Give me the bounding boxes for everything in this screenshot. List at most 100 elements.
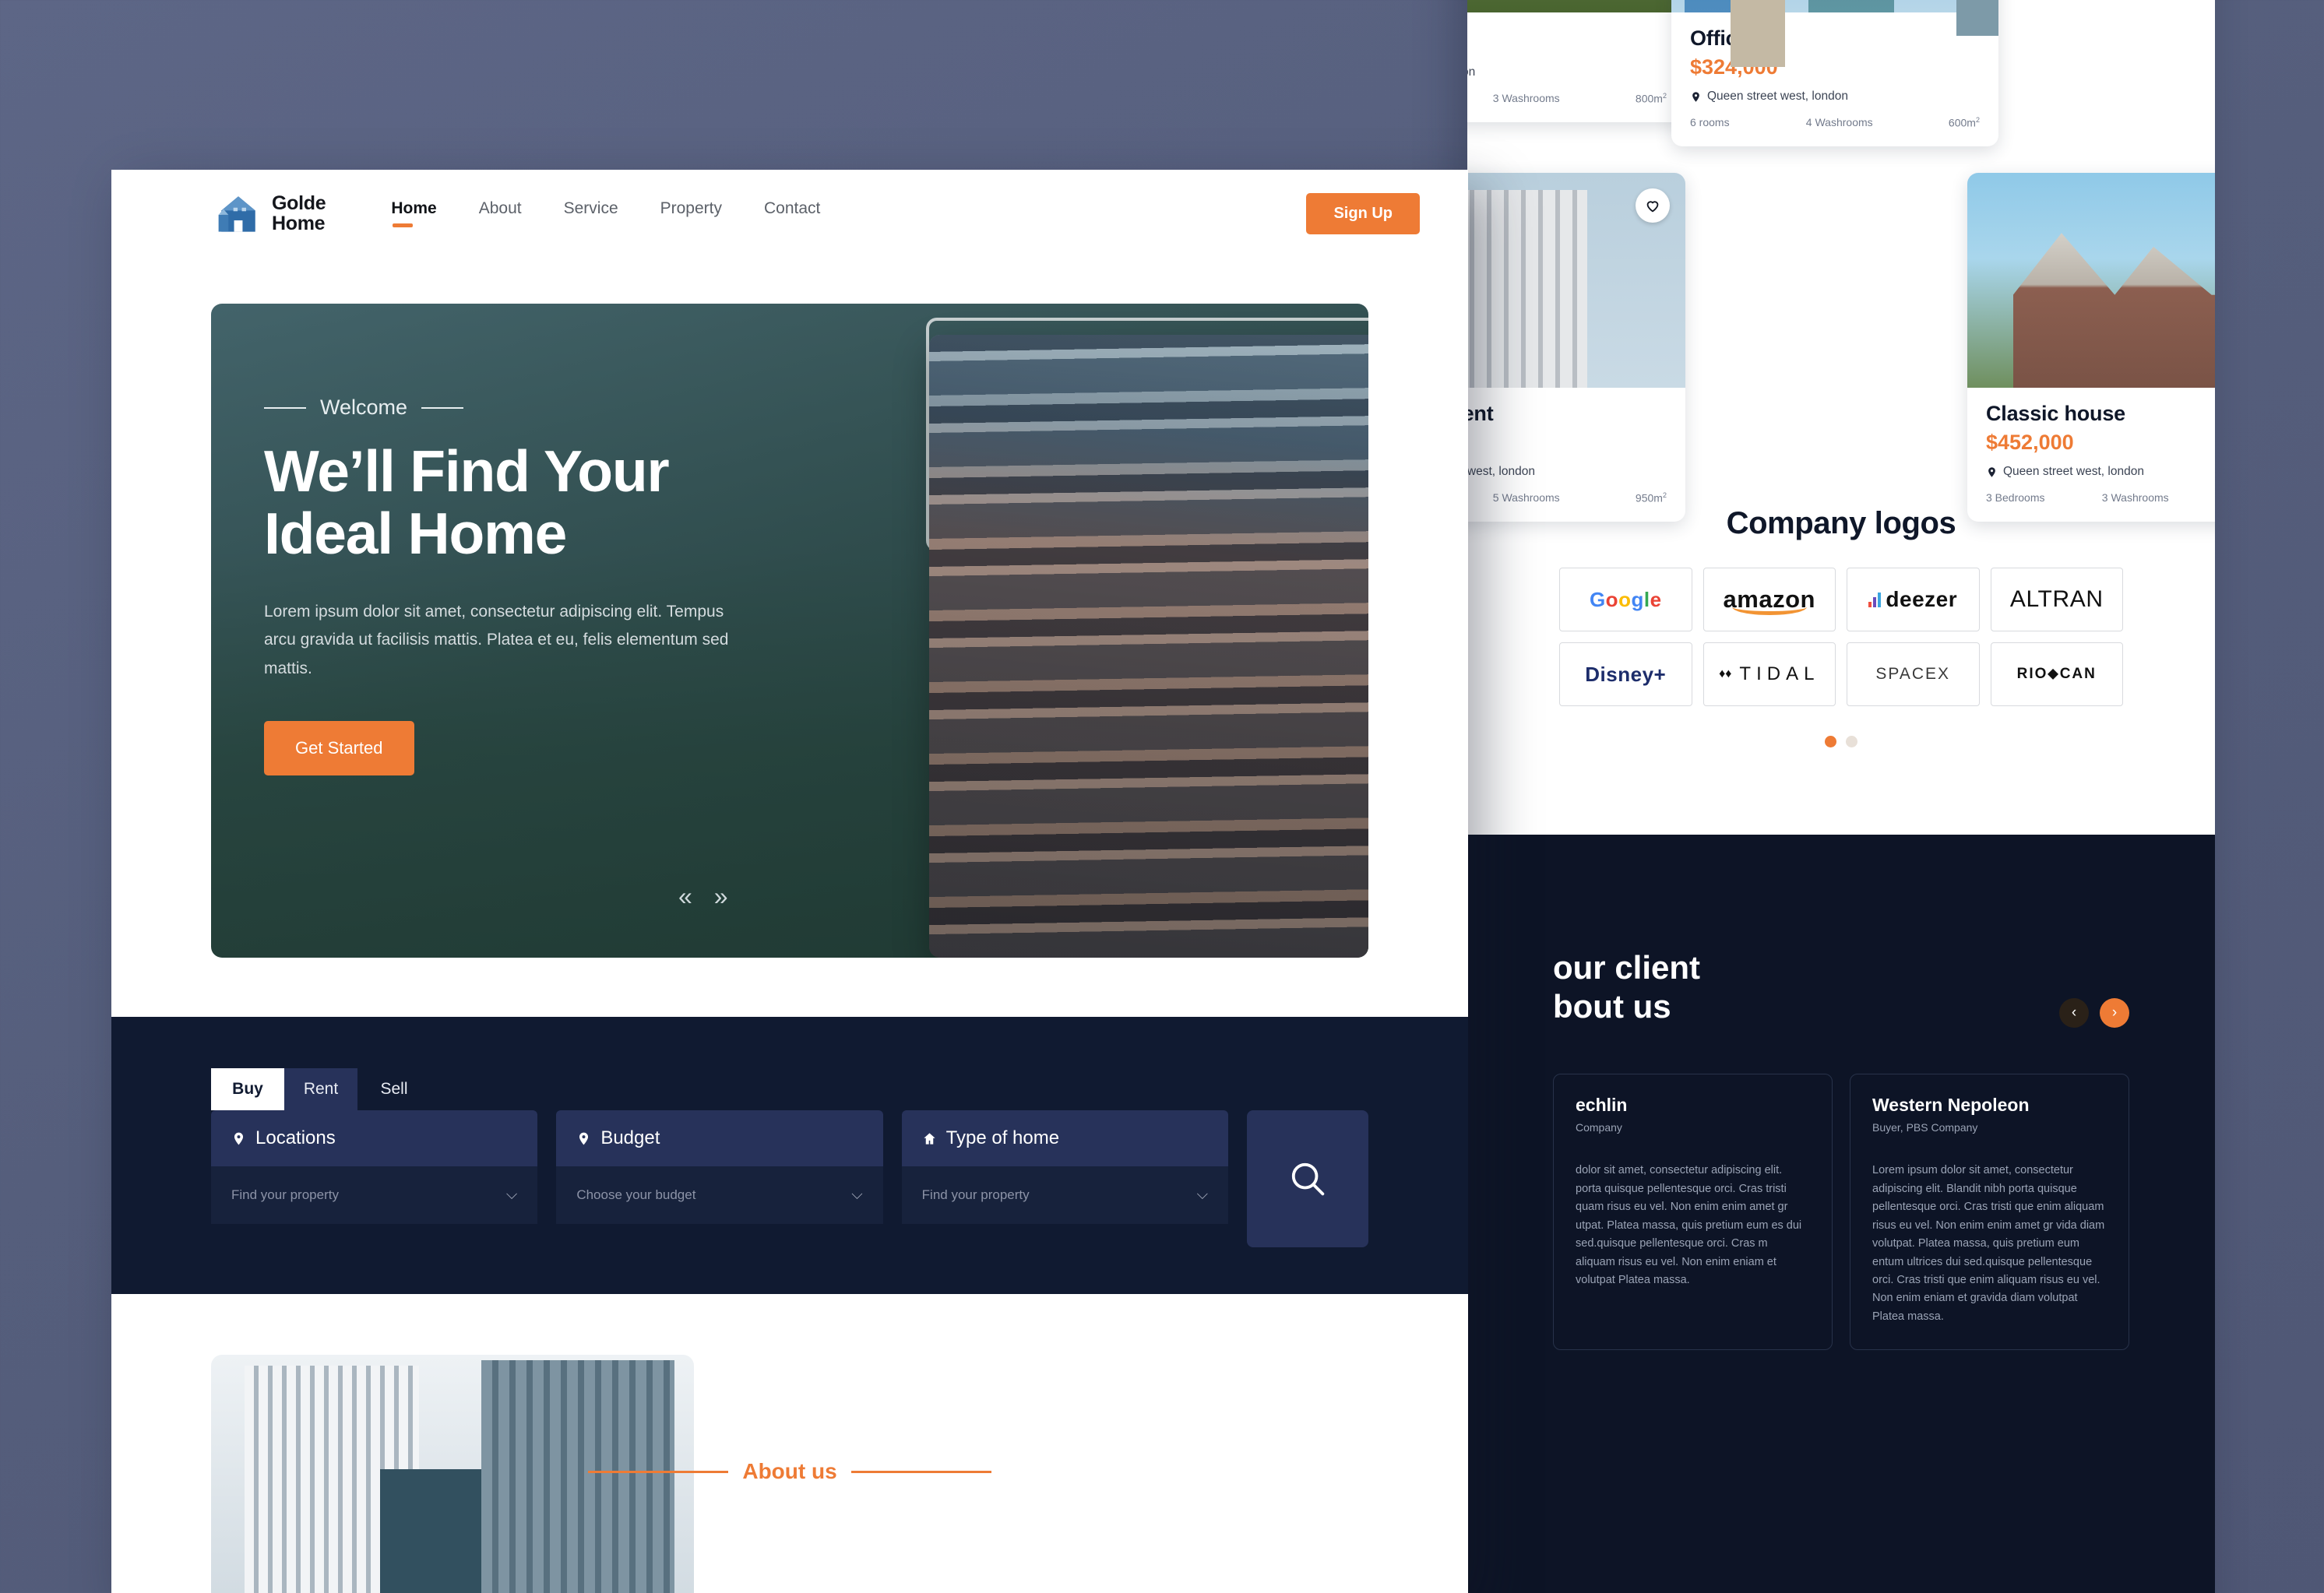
search-button[interactable] (1246, 1110, 1369, 1247)
field-type-select[interactable]: Find your property ⌵ (901, 1166, 1228, 1224)
nav-item-about[interactable]: About (479, 199, 522, 227)
brand-logo[interactable]: Golde Home (216, 191, 326, 236)
chevron-down-icon: ⌵ (1196, 1187, 1208, 1203)
property-card[interactable]: 0 et west, london 3 Washrooms 800m2 (1467, 0, 1685, 122)
nav-item-home[interactable]: Home (391, 199, 437, 227)
testimonial-role: Buyer, PBS Company (1872, 1121, 1978, 1134)
property-thumbnail (1467, 173, 1685, 388)
logo-tidal-label: TIDAL (1739, 663, 1820, 684)
chevron-left-icon[interactable]: ‹ (2059, 998, 2089, 1028)
logo-riocan-label: RIO⬥CAN (2016, 666, 2097, 682)
hero-eyebrow-text: Welcome (320, 396, 408, 419)
property-search-bar: Buy Rent Sell Locations Find your proper… (111, 1017, 1468, 1294)
logo-deezer[interactable]: deezer (1847, 568, 1980, 631)
logo-disney-plus[interactable]: Disney+ (1559, 642, 1692, 706)
hero-section: Welcome We’ll Find Your Ideal Home Lorem… (211, 304, 1368, 958)
testimonial-role: Company (1576, 1121, 1622, 1134)
nav-item-service[interactable]: Service (564, 199, 618, 227)
tab-buy[interactable]: Buy (211, 1068, 284, 1110)
property-title: Office (1690, 26, 1749, 50)
tab-sell[interactable]: Sell (357, 1068, 431, 1110)
logo-tidal[interactable]: ♦♦ TIDAL (1703, 642, 1836, 706)
chevron-right-icon[interactable]: › (2100, 998, 2129, 1028)
hero-carousel-controls: « » (678, 882, 728, 911)
tab-rent[interactable]: Rent (284, 1068, 357, 1110)
site-header: Golde Home Home About Service Property C… (111, 170, 1468, 257)
property-price: $250,000 (1467, 431, 1667, 455)
logo-altran-label: ALTRAN (2009, 586, 2104, 612)
property-card[interactable]: Classic house $452,000 Queen street west… (1967, 173, 2215, 522)
testimonials-heading: our client bout us (1553, 948, 2129, 1025)
eyebrow-line-right (421, 406, 464, 409)
logo-amazon-label: amazon (1723, 586, 1815, 613)
company-logo-grid: Google amazon deezer ALTRAN Disney+ ♦♦ T… (1559, 568, 2123, 706)
property-meta: 6 rooms 4 Washrooms 600m2 (1690, 116, 1980, 129)
carousel-dot-active[interactable] (1825, 736, 1836, 747)
property-washrooms: 5 Washrooms (1492, 491, 1560, 504)
favorite-button[interactable] (1636, 188, 1670, 223)
company-logos-title: Company logos (1726, 506, 1956, 540)
logo-riocan[interactable]: RIO⬥CAN (1990, 642, 2123, 706)
property-thumbnail (1467, 0, 1685, 12)
field-budget-label: Budget (600, 1127, 660, 1148)
property-bedrooms (1467, 92, 1493, 105)
testimonial-cards: echlin Company dolor sit amet, consectet… (1553, 1074, 2129, 1351)
logo-google[interactable]: Google (1559, 568, 1692, 631)
property-card[interactable]: Office $324,000 Queen street west, londo… (1671, 0, 1998, 146)
get-started-button[interactable]: Get Started (264, 721, 414, 776)
property-price: $452,000 (1986, 431, 2074, 454)
main-navigation: Home About Service Property Contact (391, 199, 820, 227)
property-card[interactable]: Appartment $250,000 Queen street west, l… (1467, 173, 1685, 522)
about-us-label: About us (742, 1459, 837, 1483)
property-area: 800m2 (1635, 92, 1667, 105)
logo-spacex-label: SPACEX (1875, 665, 1951, 683)
hero-next-icon[interactable]: » (714, 882, 728, 911)
property-bedrooms: 7 Bedrooms (1467, 491, 1493, 505)
sign-up-button[interactable]: Sign Up (1306, 192, 1420, 234)
tidal-mark-icon: ♦♦ (1719, 667, 1732, 680)
field-budget-select[interactable]: Choose your budget ⌵ (556, 1166, 883, 1224)
property-washrooms: 4 Washrooms (1805, 116, 1873, 128)
location-pin-icon (1988, 466, 1995, 477)
field-locations-placeholder: Find your property (231, 1187, 339, 1202)
property-thumbnail (1671, 0, 1998, 12)
chevron-down-icon: ⌵ (505, 1187, 518, 1203)
field-type-label: Type of home (945, 1127, 1060, 1148)
property-meta: 3 Bedrooms 3 Washrooms 800m2 (1986, 491, 2215, 505)
hero-heading-line-1: We’ll Find Your (264, 438, 670, 504)
search-fields: Locations Find your property ⌵ Budget Ch… (211, 1110, 1369, 1247)
property-location: Queen street west, london (1467, 465, 1667, 479)
field-budget-placeholder: Choose your budget (576, 1187, 696, 1202)
property-bedrooms: 3 Bedrooms (1986, 491, 2045, 504)
logo-altran[interactable]: ALTRAN (1990, 568, 2123, 631)
field-locations: Locations Find your property ⌵ (211, 1110, 538, 1247)
left-browser-panel: Golde Home Home About Service Property C… (111, 170, 1468, 1593)
nav-item-property[interactable]: Property (660, 199, 722, 227)
logo-amazon[interactable]: amazon (1703, 568, 1836, 631)
hero-prev-icon[interactable]: « (678, 882, 692, 911)
carousel-dot[interactable] (1846, 736, 1857, 747)
field-budget-header: Budget (556, 1110, 883, 1166)
property-title: Classic house (1986, 402, 2125, 425)
nav-item-contact[interactable]: Contact (764, 199, 820, 227)
property-location: et west, london (1467, 65, 1667, 79)
brand-line-2: Home (272, 213, 326, 234)
property-location-text: Queen street west, london (1467, 465, 1535, 478)
testimonials-heading-line1: our client (1553, 949, 1701, 986)
property-price: 0 (1467, 31, 1667, 55)
testimonial-body: Lorem ipsum dolor sit amet, consectetur … (1872, 1164, 2105, 1323)
property-location-text: Queen street west, london (1707, 90, 1848, 103)
property-location: Queen street west, london (1690, 90, 1980, 104)
property-rooms: 6 rooms (1690, 116, 1730, 128)
hero-eyebrow: Welcome (264, 396, 756, 420)
eyebrow-line-left (264, 406, 306, 409)
field-locations-select[interactable]: Find your property ⌵ (211, 1166, 538, 1224)
deezer-bars-icon (1868, 592, 1882, 607)
about-us-heading: About us (111, 1459, 1468, 1484)
hero-heading-line-2: Ideal Home (264, 501, 567, 567)
brand-name: Golde Home (272, 192, 326, 234)
field-type-of-home: Type of home Find your property ⌵ (901, 1110, 1228, 1247)
property-location-text: Queen street west, london (2003, 465, 2144, 478)
hero-paragraph: Lorem ipsum dolor sit amet, consectetur … (264, 602, 729, 678)
logo-spacex[interactable]: SPACEX (1847, 642, 1980, 706)
